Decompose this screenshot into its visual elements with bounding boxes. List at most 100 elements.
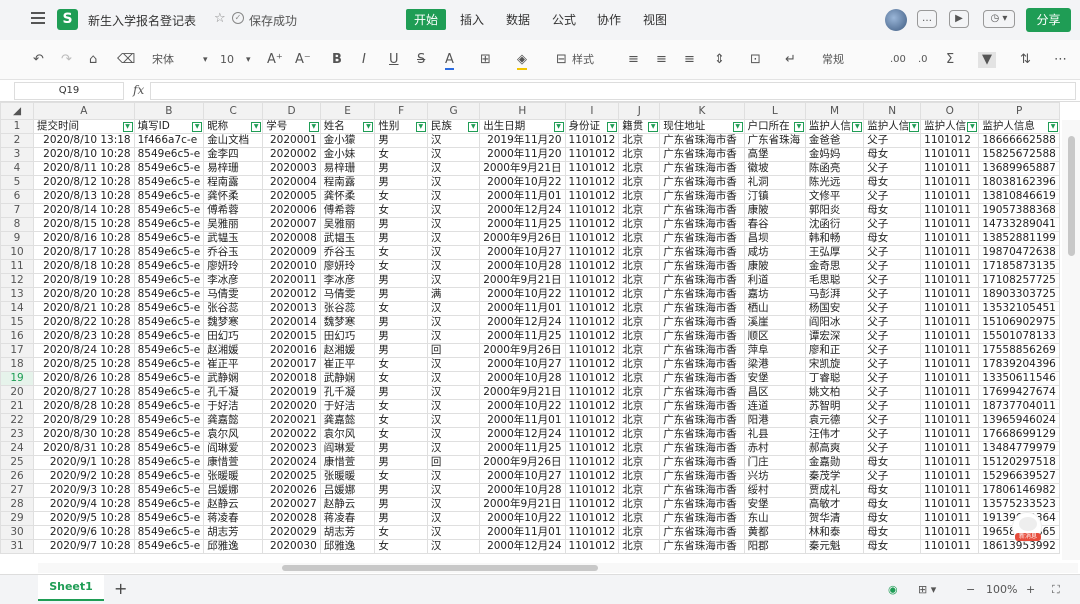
share-button[interactable]: 分享 bbox=[1026, 8, 1071, 32]
row-header[interactable]: 22 bbox=[0, 413, 35, 428]
table-cell[interactable]: 赵静云 bbox=[203, 497, 264, 512]
table-cell[interactable]: 马倩雯 bbox=[319, 287, 376, 302]
table-cell[interactable]: 满 bbox=[426, 287, 481, 302]
table-cell[interactable]: 女 bbox=[374, 189, 428, 204]
table-cell[interactable]: 崔正平 bbox=[203, 357, 264, 372]
filter-dropdown-icon[interactable]: ▼ bbox=[192, 122, 203, 132]
table-cell[interactable]: 2000年12月24 bbox=[479, 539, 566, 554]
table-row[interactable]: 4 2020/8/11 10:28 8549e6c5-e 易梓珊 2020003 易梓珊男… bbox=[0, 161, 1060, 176]
table-cell[interactable]: 傅希蓉 bbox=[203, 203, 264, 218]
table-cell[interactable]: 母女 bbox=[863, 525, 922, 540]
table-cell[interactable]: 2020004 bbox=[262, 175, 321, 190]
table-cell[interactable]: 金小妹 bbox=[319, 147, 376, 162]
table-cell[interactable]: 1101012 bbox=[564, 511, 620, 526]
table-cell[interactable]: 8549e6c5-e bbox=[133, 259, 205, 274]
table-cell[interactable]: 北京 bbox=[618, 399, 661, 414]
table-cell[interactable]: 女 bbox=[374, 525, 428, 540]
table-cell[interactable]: 15106902975 bbox=[978, 315, 1060, 330]
table-cell[interactable]: 2020008 bbox=[262, 231, 321, 246]
table-cell[interactable]: 1101012 bbox=[564, 259, 620, 274]
select-all-corner[interactable]: ◢ bbox=[0, 102, 35, 120]
table-row[interactable]: 21 2020/8/28 10:28 8549e6c5-e 于好洁 2020020 于好洁… bbox=[0, 399, 1060, 414]
table-cell[interactable]: 2000年11月01 bbox=[479, 189, 566, 204]
table-row[interactable]: 20 2020/8/27 10:28 8549e6c5-e 孔千凝 2020019 孔千凝… bbox=[0, 385, 1060, 400]
table-cell[interactable]: 北京 bbox=[618, 259, 661, 274]
table-cell[interactable]: 父子 bbox=[863, 371, 922, 386]
table-cell[interactable]: 17558856269 bbox=[978, 343, 1060, 358]
table-cell[interactable]: 2020/8/17 10:28 bbox=[33, 245, 135, 260]
table-cell[interactable]: 17185873135 bbox=[978, 259, 1060, 274]
table-cell[interactable]: 广东省珠海市香 bbox=[659, 133, 745, 148]
menu-insert[interactable]: 插入 bbox=[460, 11, 484, 28]
table-cell[interactable]: 2020018 bbox=[262, 371, 321, 386]
table-cell[interactable]: 父子 bbox=[863, 301, 922, 316]
field-header-cell[interactable]: 监护人信 ▼ bbox=[920, 119, 980, 134]
table-cell[interactable]: 金小獴 bbox=[319, 133, 376, 148]
table-cell[interactable]: 13689965887 bbox=[978, 161, 1060, 176]
table-cell[interactable]: 邱雅逸 bbox=[319, 539, 376, 554]
align-left-icon[interactable]: ≡ bbox=[628, 52, 639, 68]
table-cell[interactable]: 广东省珠海市香 bbox=[659, 217, 745, 232]
table-cell[interactable]: 金爸爸 bbox=[804, 133, 865, 148]
table-cell[interactable]: 1101012 bbox=[564, 371, 620, 386]
table-cell[interactable]: 广东省珠海市香 bbox=[659, 189, 745, 204]
filter-dropdown-icon[interactable]: ▼ bbox=[793, 122, 804, 132]
table-cell[interactable]: 赵湘媛 bbox=[203, 343, 264, 358]
table-cell[interactable]: 高敏才 bbox=[804, 497, 865, 512]
table-cell[interactable]: 广东省珠海市香 bbox=[659, 483, 745, 498]
table-cell[interactable]: 汉 bbox=[426, 259, 481, 274]
table-cell[interactable]: 2000年11月01 bbox=[479, 413, 566, 428]
table-cell[interactable]: 1101011 bbox=[920, 441, 980, 456]
field-header-cell[interactable]: 填写ID ▼ bbox=[133, 119, 205, 134]
table-cell[interactable]: 1101012 bbox=[564, 287, 620, 302]
table-cell[interactable]: 1101012 bbox=[564, 217, 620, 232]
table-cell[interactable]: 1101012 bbox=[564, 413, 620, 428]
table-cell[interactable]: 女 bbox=[374, 357, 428, 372]
row-header[interactable]: 8 bbox=[0, 217, 35, 232]
table-cell[interactable]: 1101011 bbox=[920, 483, 980, 498]
table-cell[interactable]: 8549e6c5-e bbox=[133, 231, 205, 246]
table-cell[interactable]: 父子 bbox=[863, 385, 922, 400]
table-cell[interactable]: 1101012 bbox=[564, 455, 620, 470]
table-cell[interactable]: 2000年9月21日 bbox=[479, 385, 566, 400]
table-cell[interactable]: 2000年10月22 bbox=[479, 511, 566, 526]
table-cell[interactable]: 广东省珠海市香 bbox=[659, 385, 745, 400]
field-header-cell[interactable]: 籍贯 ▼ bbox=[618, 119, 661, 134]
table-cell[interactable]: 1101011 bbox=[920, 315, 980, 330]
table-cell[interactable]: 广东省珠海市香 bbox=[659, 357, 745, 372]
table-cell[interactable]: 8549e6c5-e bbox=[133, 469, 205, 484]
table-cell[interactable]: 男 bbox=[374, 385, 428, 400]
filter-dropdown-icon[interactable]: ▼ bbox=[468, 122, 479, 132]
table-cell[interactable]: 母女 bbox=[863, 231, 922, 246]
table-cell[interactable]: 2000年10月22 bbox=[479, 287, 566, 302]
table-cell[interactable]: 阎阳冰 bbox=[804, 315, 865, 330]
column-header[interactable]: L bbox=[743, 102, 806, 120]
table-cell[interactable]: 1101012 bbox=[564, 231, 620, 246]
field-header-cell[interactable]: 提交时间 ▼ bbox=[33, 119, 135, 134]
table-cell[interactable]: 广东省珠海市香 bbox=[659, 399, 745, 414]
table-row[interactable]: 22 2020/8/29 10:28 8549e6c5-e 龚嘉懿 2020021 龚嘉懿… bbox=[0, 413, 1060, 428]
style-icon[interactable]: ⊟ bbox=[556, 52, 567, 68]
history-icon[interactable]: ◷ ▾ bbox=[983, 10, 1015, 28]
table-cell[interactable]: 1101011 bbox=[920, 259, 980, 274]
field-header-cell[interactable]: 出生日期 ▼ bbox=[479, 119, 566, 134]
table-cell[interactable]: 姚文柏 bbox=[804, 385, 865, 400]
table-cell[interactable]: 1101011 bbox=[920, 217, 980, 232]
row-header[interactable]: 6 bbox=[0, 189, 35, 204]
sheet-tab[interactable]: Sheet1 bbox=[38, 575, 104, 601]
table-cell[interactable]: 汉 bbox=[426, 329, 481, 344]
table-cell[interactable]: 15825672588 bbox=[978, 147, 1060, 162]
table-cell[interactable]: 武韫玉 bbox=[319, 231, 376, 246]
table-cell[interactable]: 2000年12月24 bbox=[479, 427, 566, 442]
table-cell[interactable]: 广东省珠海市香 bbox=[659, 329, 745, 344]
column-header[interactable]: D bbox=[262, 102, 321, 120]
table-cell[interactable]: 北京 bbox=[618, 217, 661, 232]
table-row[interactable]: 30 2020/9/6 10:28 8549e6c5-e 胡志芳 2020029 胡志芳女… bbox=[0, 525, 1060, 540]
row-header[interactable]: 21 bbox=[0, 399, 35, 414]
table-cell[interactable]: 崔正平 bbox=[319, 357, 376, 372]
filter-icon[interactable]: ▼ bbox=[978, 52, 996, 68]
table-cell[interactable]: 2000年9月26日 bbox=[479, 231, 566, 246]
table-cell[interactable]: 2020016 bbox=[262, 343, 321, 358]
table-row[interactable]: 24 2020/8/31 10:28 8549e6c5-e 阎琳爱 2020023 阎琳爱… bbox=[0, 441, 1060, 456]
table-cell[interactable]: 男 bbox=[374, 329, 428, 344]
